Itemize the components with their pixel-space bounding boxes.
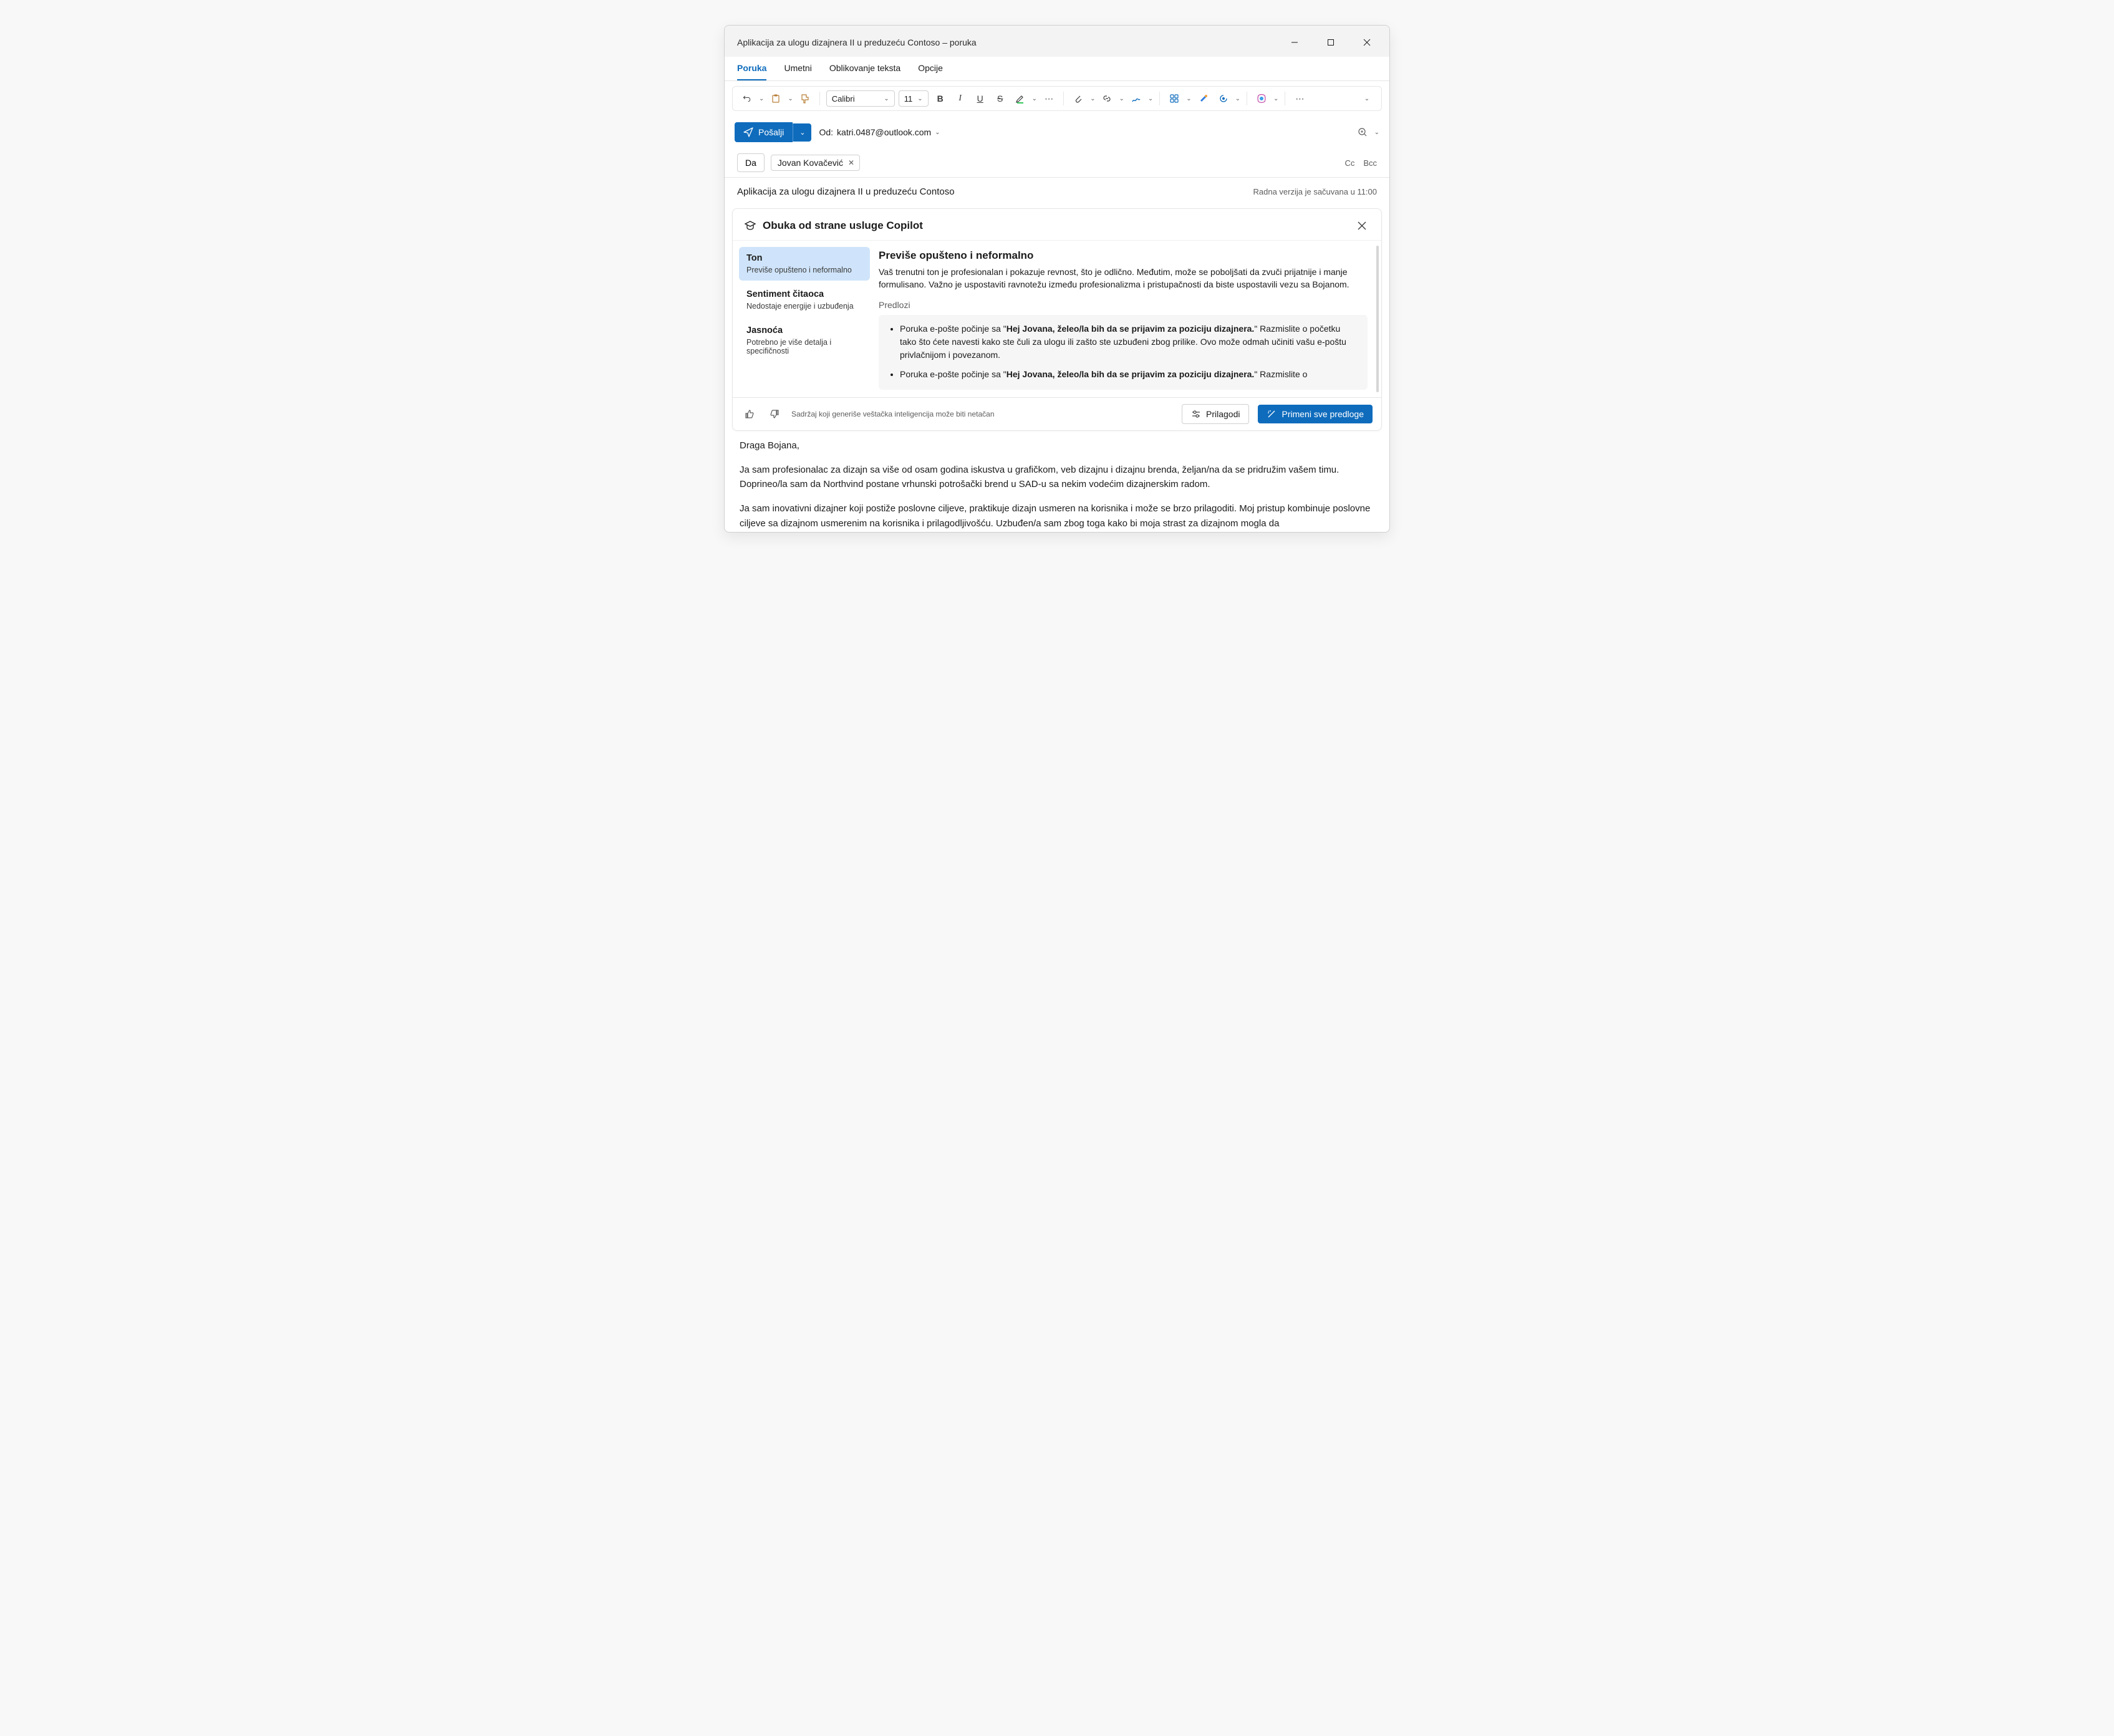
link-button[interactable]: [1099, 90, 1115, 107]
paste-chevron[interactable]: ⌄: [788, 95, 793, 102]
window-maximize-button[interactable]: [1318, 33, 1343, 52]
suggestions-box: Poruka e-pošte počinje sa "Hej Jovana, ž…: [879, 315, 1368, 390]
immersive-reader-button[interactable]: [1215, 90, 1232, 107]
bold-button[interactable]: B: [932, 90, 948, 107]
paste-button[interactable]: [768, 90, 784, 107]
suggestions-label: Predlozi: [879, 300, 1368, 310]
zoom-chevron[interactable]: ⌄: [1374, 129, 1379, 136]
from-selector[interactable]: Od: katri.0487@outlook.com ⌄: [819, 127, 940, 137]
ai-disclaimer: Sadržaj koji generiše veštačka inteligen…: [791, 410, 995, 418]
underline-button[interactable]: U: [972, 90, 988, 107]
more-format-button[interactable]: ⋯: [1041, 90, 1057, 107]
thumbs-up-button[interactable]: [741, 406, 758, 422]
subject-input[interactable]: Aplikacija za ulogu dizajnera II u predu…: [737, 186, 955, 197]
cc-button[interactable]: Cc: [1344, 158, 1354, 168]
copilot-footer: Sadržaj koji generiše veštačka inteligen…: [733, 397, 1381, 430]
bcc-button[interactable]: Bcc: [1363, 158, 1377, 168]
recipient-chip[interactable]: Jovan Kovačević ✕: [771, 155, 860, 171]
email-paragraph: Ja sam profesionalac za dizajn sa više o…: [740, 463, 1374, 492]
window-minimize-button[interactable]: [1282, 33, 1307, 52]
remove-recipient-icon[interactable]: ✕: [848, 158, 854, 167]
tab-message[interactable]: Poruka: [737, 57, 766, 80]
email-greeting: Draga Bojana,: [740, 438, 1374, 453]
copilot-coaching-card: Obuka od strane usluge Copilot Ton Previ…: [732, 208, 1382, 431]
scrollbar[interactable]: [1376, 246, 1379, 392]
copilot-detail-body: Vaš trenutni ton je profesionalan i poka…: [879, 266, 1368, 291]
highlight-chevron[interactable]: ⌄: [1032, 95, 1037, 102]
send-split-button[interactable]: ⌄: [793, 123, 811, 142]
attach-button[interactable]: [1070, 90, 1086, 107]
copilot-close-button[interactable]: [1354, 218, 1370, 234]
font-size-select[interactable]: 11⌄: [899, 90, 929, 107]
copilot-icon[interactable]: [1253, 90, 1270, 107]
format-painter-button[interactable]: [797, 90, 813, 107]
tab-options[interactable]: Opcije: [918, 57, 943, 80]
to-row: Da Jovan Kovačević ✕ Cc Bcc: [725, 148, 1389, 178]
thumbs-down-button[interactable]: [766, 406, 783, 422]
collapse-ribbon-button[interactable]: ⌄: [1359, 90, 1375, 107]
sidebar-item-clarity[interactable]: Jasnoća Potrebno je više detalja i speci…: [739, 319, 870, 362]
customize-button[interactable]: Prilagodi: [1182, 404, 1249, 424]
sliders-icon: [1191, 409, 1201, 419]
sidebar-item-tone[interactable]: Ton Previše opušteno i neformalno: [739, 247, 870, 281]
zoom-button[interactable]: [1354, 124, 1371, 140]
signature-button[interactable]: [1128, 90, 1144, 107]
ribbon-toolbar: ⌄ ⌄ Calibri⌄ 11⌄ B I U S ⌄ ⋯ ⌄ ⌄ ⌄ ⌄: [732, 86, 1382, 111]
signature-chevron[interactable]: ⌄: [1148, 95, 1153, 102]
copilot-main-panel: Previše opušteno i neformalno Vaš trenut…: [876, 241, 1381, 397]
graduation-cap-icon: [744, 219, 756, 232]
sidebar-item-sentiment[interactable]: Sentiment čitaoca Nedostaje energije i u…: [739, 283, 870, 317]
email-paragraph: Ja sam inovativni dizajner koji postiže …: [740, 501, 1374, 531]
undo-chevron[interactable]: ⌄: [759, 95, 764, 102]
highlight-button[interactable]: [1012, 90, 1028, 107]
send-button[interactable]: Pošalji: [735, 122, 793, 142]
editor-button[interactable]: [1195, 90, 1212, 107]
link-chevron[interactable]: ⌄: [1119, 95, 1124, 102]
send-icon: [743, 127, 753, 137]
draft-saved-label: Radna verzija je sačuvana u 11:00: [1253, 187, 1378, 196]
copilot-heading: Obuka od strane usluge Copilot: [763, 219, 923, 232]
wand-icon: [1267, 409, 1277, 419]
subject-row: Aplikacija za ulogu dizajnera II u predu…: [725, 178, 1389, 208]
ribbon-tabs: Poruka Umetni Oblikovanje teksta Opcije: [725, 57, 1389, 81]
copilot-detail-heading: Previše opušteno i neformalno: [879, 249, 1368, 262]
apps-chevron[interactable]: ⌄: [1186, 95, 1191, 102]
font-family-select[interactable]: Calibri⌄: [826, 90, 895, 107]
apps-button[interactable]: [1166, 90, 1182, 107]
window-title: Aplikacija za ulogu dizajnera II u predu…: [737, 37, 977, 47]
tab-insert[interactable]: Umetni: [784, 57, 811, 80]
copilot-chevron[interactable]: ⌄: [1273, 95, 1278, 102]
compose-window: Aplikacija za ulogu dizajnera II u predu…: [724, 25, 1390, 533]
apply-all-button[interactable]: Primeni sve predloge: [1258, 405, 1373, 423]
titlebar: Aplikacija za ulogu dizajnera II u predu…: [725, 26, 1389, 57]
copilot-sidebar: Ton Previše opušteno i neformalno Sentim…: [733, 241, 876, 397]
tab-format-text[interactable]: Oblikovanje teksta: [829, 57, 900, 80]
email-body-editor[interactable]: Draga Bojana, Ja sam profesionalac za di…: [725, 438, 1389, 532]
suggestion-item: Poruka e-pošte počinje sa "Hej Jovana, ž…: [900, 368, 1358, 381]
to-button[interactable]: Da: [737, 153, 765, 172]
attach-chevron[interactable]: ⌄: [1090, 95, 1095, 102]
ribbon-more-button[interactable]: ⋯: [1291, 90, 1308, 107]
suggestion-item: Poruka e-pošte počinje sa "Hej Jovana, ž…: [900, 322, 1358, 362]
undo-button[interactable]: [739, 90, 755, 107]
italic-button[interactable]: I: [952, 90, 968, 107]
window-close-button[interactable]: [1354, 33, 1379, 52]
send-row: Pošalji ⌄ Od: katri.0487@outlook.com ⌄ ⌄: [725, 116, 1389, 148]
strikethrough-button[interactable]: S: [992, 90, 1008, 107]
recipient-name: Jovan Kovačević: [778, 158, 843, 168]
immersive-chevron[interactable]: ⌄: [1235, 95, 1240, 102]
